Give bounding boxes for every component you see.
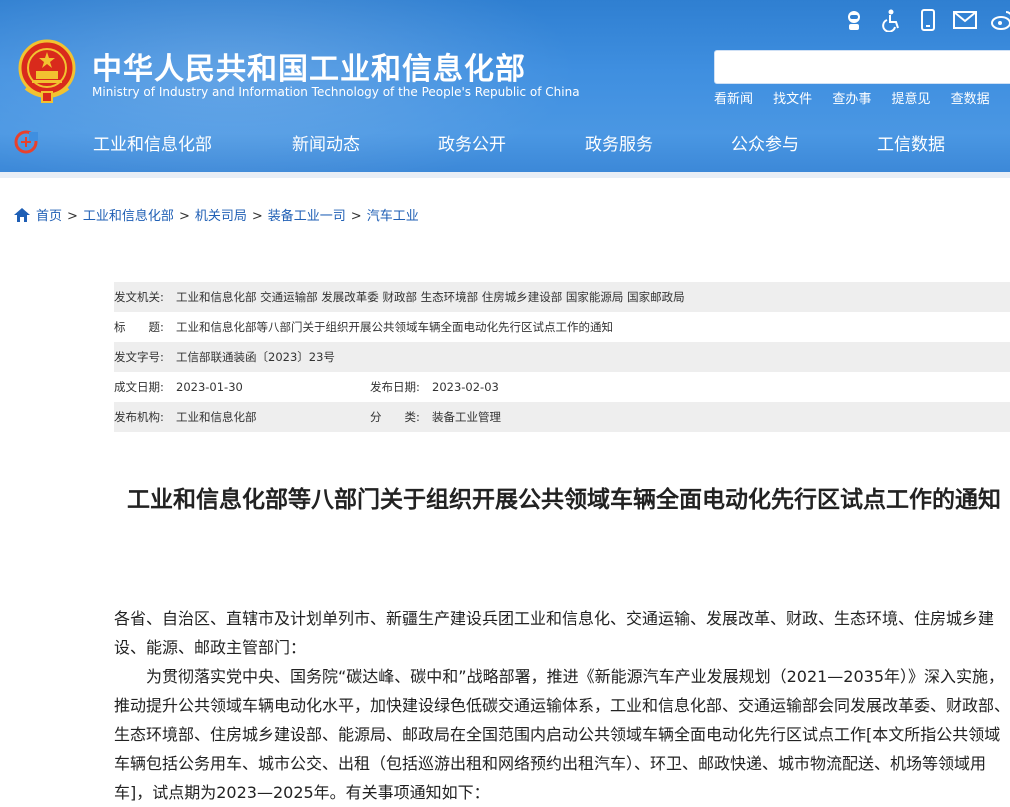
article-title: 工业和信息化部等八部门关于组织开展公共领域车辆全面电动化先行区试点工作的通知 [127,487,1001,514]
nav-item-data[interactable]: 工信数据 [877,130,945,155]
breadcrumb-home[interactable]: 首页 [36,209,62,224]
ministry-logo-icon[interactable] [14,130,38,154]
meta-label-agency: 发布机构: [114,410,164,424]
site-title[interactable]: 中华人民共和国工业和信息化部 [92,44,526,88]
meta-row-dates: 成文日期: 2023-01-30 发布日期: 2023-02-03 [114,372,1010,402]
meta-value-issuer: 工业和信息化部 交通运输部 发展改革委 财政部 生态环境部 住房城乡建设部 国家… [176,290,685,304]
quick-link-data[interactable]: 查数据 [951,92,990,107]
top-utility-icons [840,8,1010,34]
meta-label-published: 发布日期: [370,380,420,394]
mobile-icon[interactable] [916,8,940,32]
meta-value-title: 工业和信息化部等八部门关于组织开展公共领域车辆全面电动化先行区试点工作的通知 [176,320,613,334]
national-emblem-icon[interactable] [18,38,76,104]
meta-row-issuer: 发文机关: 工业和信息化部 交通运输部 发展改革委 财政部 生态环境部 住房城乡… [114,282,1010,312]
nav-item-participation[interactable]: 公众参与 [731,130,799,155]
main-nav: 工业和信息化部 新闻动态 政务公开 政务服务 公众参与 工信数据 [0,116,1010,168]
meta-label-created: 成文日期: [114,380,164,394]
breadcrumb-auto-industry[interactable]: 汽车工业 [367,209,419,224]
breadcrumb-separator: > [350,209,362,224]
meta-label-doc-number: 发文字号: [114,350,164,364]
meta-row-agency: 发布机构: 工业和信息化部 分 类: 装备工业管理 [114,402,1010,432]
breadcrumb-departments[interactable]: 机关司局 [195,209,247,224]
site-subtitle: Ministry of Industry and Information Tec… [92,85,580,99]
nav-item-ministry[interactable]: 工业和信息化部 [93,130,212,155]
meta-label-issuer: 发文机关: [114,290,164,304]
article-salutation: 各省、自治区、直辖市及计划单列市、新疆生产建设兵团工业和信息化、交通运输、发展改… [114,609,995,657]
meta-label-category: 分 类: [370,410,420,424]
mail-icon[interactable] [952,8,977,32]
article-body: 各省、自治区、直辖市及计划单列市、新疆生产建设兵团工业和信息化、交通运输、发展改… [114,604,1010,807]
meta-value-created: 2023-01-30 [176,380,243,394]
meta-cell-category: 分 类: 装备工业管理 [370,409,501,425]
meta-value-doc-number: 工信部联通装函〔2023〕23号 [176,350,335,364]
breadcrumb-separator: > [67,209,78,224]
site-header: 中华人民共和国工业和信息化部 Ministry of Industry and … [0,0,1010,178]
article-paragraph: 为贯彻落实党中央、国务院“碳达峰、碳中和”战略部署，推进《新能源汽车产业发展规划… [114,667,1010,802]
meta-cell-published: 发布日期: 2023-02-03 [370,379,499,395]
header-divider [0,172,1010,178]
meta-value-published: 2023-02-03 [432,380,499,394]
quick-link-documents[interactable]: 找文件 [773,92,812,107]
search-input[interactable] [714,50,1010,84]
meta-row-title: 标 题: 工业和信息化部等八部门关于组织开展公共领域车辆全面电动化先行区试点工作… [114,312,1010,342]
meta-row-doc-number: 发文字号: 工信部联通装函〔2023〕23号 [114,342,1010,372]
meta-value-category: 装备工业管理 [432,410,501,424]
home-icon[interactable] [14,208,30,222]
breadcrumb-ministry[interactable]: 工业和信息化部 [83,209,174,224]
quick-link-feedback[interactable]: 提意见 [891,92,930,107]
meta-value-agency: 工业和信息化部 [176,410,257,424]
robot-assistant-icon[interactable] [842,8,866,32]
quick-link-services[interactable]: 查办事 [832,92,871,107]
quick-link-news[interactable]: 看新闻 [714,92,753,107]
weibo-icon[interactable] [990,8,1010,32]
breadcrumb-separator: > [178,209,190,224]
nav-item-government-affairs[interactable]: 政务公开 [438,130,506,155]
quick-links: 看新闻 找文件 查办事 提意见 查数据 [714,88,1006,107]
breadcrumb-separator: > [251,209,263,224]
accessibility-icon[interactable] [880,8,904,33]
breadcrumb: 首页 > 工业和信息化部 > 机关司局 > 装备工业一司 > 汽车工业 [14,205,419,224]
meta-label-title: 标 题: [114,320,164,334]
breadcrumb-equipment-dept[interactable]: 装备工业一司 [268,209,346,224]
nav-item-services[interactable]: 政务服务 [585,130,653,155]
nav-item-news[interactable]: 新闻动态 [292,130,360,155]
meta-cell-created: 成文日期: 2023-01-30 [114,379,370,395]
document-metadata-table: 发文机关: 工业和信息化部 交通运输部 发展改革委 财政部 生态环境部 住房城乡… [114,282,1010,432]
meta-cell-agency: 发布机构: 工业和信息化部 [114,409,370,425]
